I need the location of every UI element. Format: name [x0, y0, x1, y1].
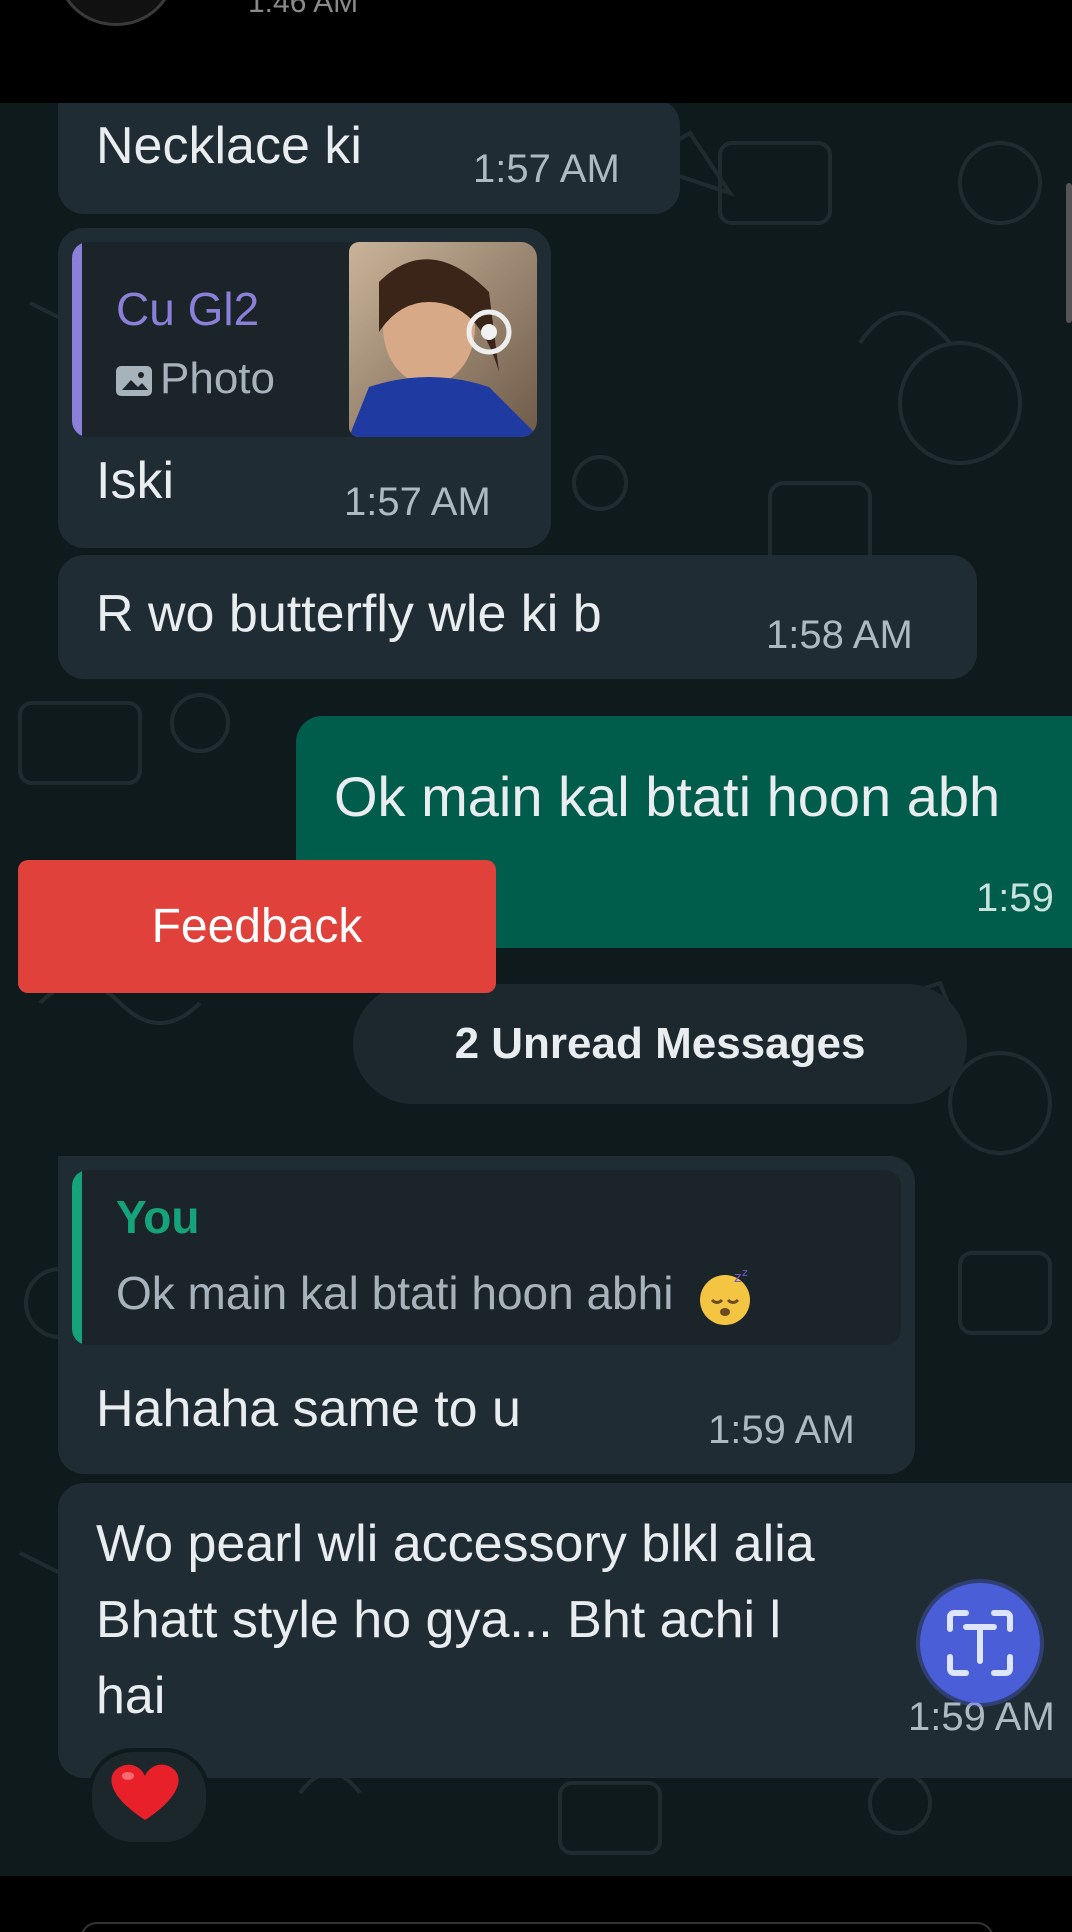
- message-time: 1:59 AM: [708, 1408, 855, 1452]
- message-bubble-incoming[interactable]: R wo butterfly wle ki b 1:58 AM: [58, 555, 977, 679]
- feedback-label: Feedback: [151, 900, 363, 953]
- message-bubble-incoming[interactable]: You Ok main kal btati hoon abhi z z Haha…: [58, 1156, 915, 1474]
- svg-text:z: z: [742, 1268, 748, 1279]
- message-text: Necklace ki: [96, 117, 362, 175]
- quote-bar: [72, 1170, 82, 1345]
- quote-text: Ok main kal btati hoon abhi z z: [116, 1266, 754, 1326]
- message-bubble-incoming[interactable]: Cu Gl2 Photo Iski 1:57 AM: [58, 228, 551, 548]
- heart-icon: [111, 1764, 179, 1820]
- message-text-line: hai: [96, 1667, 166, 1725]
- message-text: Ok main kal btati hoon abh: [334, 765, 1001, 828]
- quote-media-label: Photo: [116, 354, 275, 404]
- chat-area[interactable]: Necklace ki 1:57 AM Cu Gl2 Photo Iski 1:…: [0, 103, 1072, 1876]
- svg-text:z: z: [734, 1270, 741, 1286]
- top-bar: 1:46 AM: [0, 0, 1072, 103]
- quote-sender: Cu Gl2: [116, 283, 260, 335]
- message-text: R wo butterfly wle ki b: [96, 585, 602, 643]
- scrollbar[interactable]: [1066, 183, 1072, 323]
- photo-thumbnail[interactable]: [349, 242, 537, 437]
- message-time: 1:57 AM: [473, 147, 620, 191]
- avatar[interactable]: [58, 0, 174, 26]
- photo-icon: [116, 366, 152, 397]
- message-text-line: Wo pearl wli accessory blkl alia: [96, 1515, 815, 1573]
- unread-messages-divider: 2 Unread Messages: [353, 984, 967, 1104]
- text-scan-icon: [947, 1610, 1013, 1676]
- bottom-bar: [0, 1876, 1072, 1932]
- message-time: 1:59: [976, 876, 1054, 920]
- input-bar-partial[interactable]: [80, 1922, 994, 1932]
- message-time: 1:58 AM: [766, 613, 913, 657]
- text-scan-button[interactable]: [920, 1583, 1040, 1703]
- sleeping-face-icon: z z: [696, 1266, 754, 1326]
- message-time: 1:57 AM: [344, 480, 491, 524]
- status-time: 1:46 AM: [248, 0, 359, 19]
- reply-quote[interactable]: You Ok main kal btati hoon abhi z z: [72, 1170, 901, 1345]
- chat-screen: 1:46 AM Necklace ki 1:57 AM Cu Gl2 Photo…: [0, 0, 1072, 1932]
- quote-type: Photo: [160, 354, 275, 403]
- quote-sender: You: [116, 1191, 200, 1243]
- message-text: Iski: [96, 452, 174, 510]
- reaction-badge[interactable]: [88, 1748, 210, 1846]
- quote-bar: [72, 242, 82, 437]
- feedback-button[interactable]: Feedback: [18, 860, 496, 993]
- reply-quote[interactable]: Cu Gl2 Photo: [72, 242, 537, 437]
- unread-label: 2 Unread Messages: [454, 1019, 866, 1068]
- message-text-line: Bhatt style ho gya... Bht achi l: [96, 1591, 782, 1649]
- message-bubble-incoming[interactable]: Necklace ki 1:57 AM: [58, 103, 680, 214]
- message-text: Hahaha same to u: [96, 1380, 521, 1438]
